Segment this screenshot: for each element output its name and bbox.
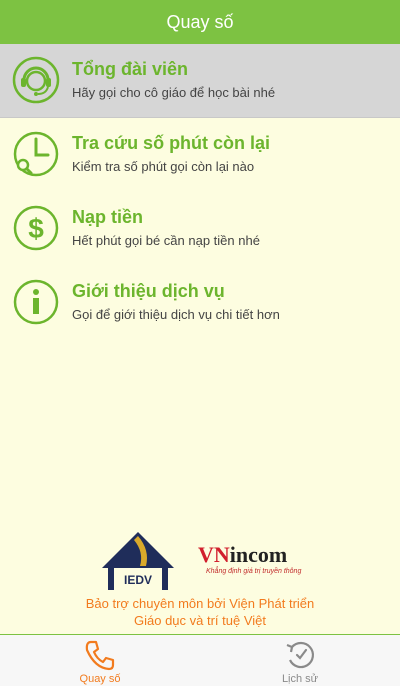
menu-item-operator[interactable]: Tổng đài viên Hãy gọi cho cô giáo để học… bbox=[0, 44, 400, 118]
tab-bar: Quay số Lịch sử bbox=[0, 634, 400, 686]
menu-item-service-info[interactable]: Giới thiệu dịch vụ Gọi để giới thiệu dịc… bbox=[0, 266, 400, 340]
menu-item-check-minutes[interactable]: Tra cứu số phút còn lại Kiểm tra số phút… bbox=[0, 118, 400, 192]
menu-item-title: Giới thiệu dịch vụ bbox=[72, 281, 225, 301]
history-clock-icon bbox=[283, 638, 317, 672]
sponsor-line-2: Giáo dục và trí tuệ Việt bbox=[134, 613, 266, 628]
tab-label: Lịch sử bbox=[281, 673, 319, 685]
iedv-logo: IEDV bbox=[100, 530, 176, 598]
sponsor-caption: Bảo trợ chuyên môn bởi Viện Phát triển G… bbox=[0, 595, 400, 629]
menu-item-subtitle: Hết phút gọi bé cần nạp tiền nhé bbox=[72, 233, 260, 248]
tab-label: Quay số bbox=[79, 673, 121, 685]
phone-icon bbox=[83, 638, 117, 672]
menu-item-title: Nạp tiền bbox=[72, 207, 144, 227]
tab-dial[interactable]: Quay số bbox=[40, 635, 160, 686]
menu-item-title: Tra cứu số phút còn lại bbox=[72, 133, 271, 153]
svg-text:$: $ bbox=[28, 213, 44, 244]
sponsor-line-1: Bảo trợ chuyên môn bởi Viện Phát triển bbox=[85, 596, 315, 611]
info-icon bbox=[12, 278, 60, 326]
dollar-icon: $ bbox=[12, 204, 60, 252]
svg-text:IEDV: IEDV bbox=[124, 573, 152, 587]
headset-operator-icon bbox=[12, 56, 60, 104]
vnincom-tagline: Khẳng định giá trị truyền thông bbox=[206, 568, 302, 575]
menu-item-top-up[interactable]: $ Nạp tiền Hết phút gọi bé cần nạp tiền … bbox=[0, 192, 400, 266]
tab-history[interactable]: Lịch sử bbox=[240, 635, 360, 686]
clock-search-icon bbox=[12, 130, 60, 178]
nav-bar: Quay số bbox=[0, 0, 400, 44]
page-title: Quay số bbox=[166, 11, 234, 32]
menu-item-subtitle: Kiểm tra số phút gọi còn lại nào bbox=[72, 159, 255, 174]
menu-item-subtitle: Gọi để giới thiệu dịch vụ chi tiết hơn bbox=[72, 307, 280, 322]
menu-item-title: Tổng đài viên bbox=[72, 59, 189, 79]
vnincom-logo: VNincom Khẳng định giá trị truyền thông bbox=[198, 542, 302, 575]
menu-item-subtitle: Hãy gọi cho cô giáo để học bài nhé bbox=[72, 85, 276, 100]
service-menu: Tổng đài viên Hãy gọi cho cô giáo để học… bbox=[0, 44, 400, 340]
sponsor-section: IEDV VNincom Khẳng định giá trị truyền t… bbox=[0, 524, 400, 634]
